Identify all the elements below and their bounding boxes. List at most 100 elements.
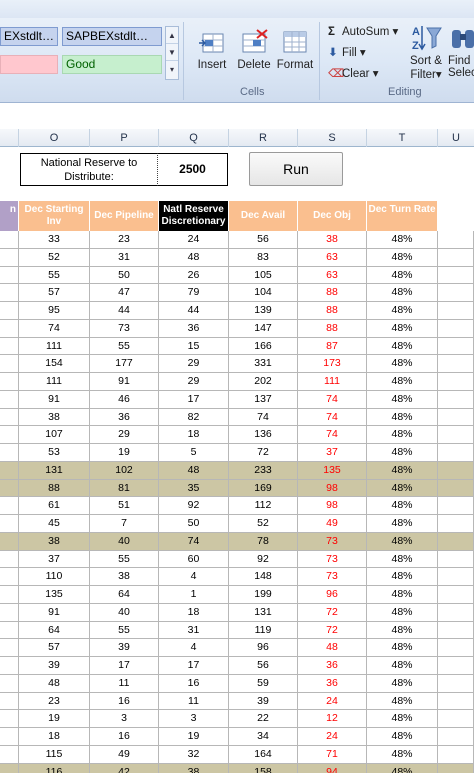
cell-u-blank[interactable] xyxy=(438,426,474,444)
cell-dec-pipeline[interactable]: 44 xyxy=(90,302,159,319)
cell-dec-starting-inv[interactable]: 57 xyxy=(19,639,90,657)
cell-dec-pipeline[interactable]: 3 xyxy=(90,710,159,728)
row-stub-cell[interactable] xyxy=(0,639,19,657)
cell-natl-reserve[interactable]: 32 xyxy=(159,745,229,763)
row-stub-cell[interactable] xyxy=(0,728,19,745)
row-stub-cell[interactable] xyxy=(0,266,19,284)
row-stub-cell[interactable] xyxy=(0,390,19,408)
cell-dec-turn-rate[interactable]: 48% xyxy=(367,266,438,284)
column-header-blank[interactable] xyxy=(0,129,19,147)
cell-natl-reserve[interactable]: 74 xyxy=(159,532,229,550)
cell-dec-starting-inv[interactable]: 116 xyxy=(19,763,90,773)
cell-u-blank[interactable] xyxy=(438,319,474,337)
row-stub-cell[interactable] xyxy=(0,586,19,603)
cell-dec-starting-inv[interactable]: 115 xyxy=(19,745,90,763)
cell-dec-starting-inv[interactable]: 52 xyxy=(19,248,90,266)
cell-dec-obj[interactable]: 38 xyxy=(298,231,367,248)
column-header-s[interactable]: S xyxy=(298,129,367,147)
cell-dec-starting-inv[interactable]: 91 xyxy=(19,603,90,621)
cell-dec-starting-inv[interactable]: 154 xyxy=(19,355,90,373)
cell-dec-starting-inv[interactable]: 19 xyxy=(19,710,90,728)
cell-dec-starting-inv[interactable]: 61 xyxy=(19,497,90,515)
row-stub-cell[interactable] xyxy=(0,568,19,586)
cell-dec-turn-rate[interactable]: 48% xyxy=(367,763,438,773)
run-button[interactable]: Run xyxy=(249,152,343,186)
cell-natl-reserve[interactable]: 3 xyxy=(159,710,229,728)
cell-u-blank[interactable] xyxy=(438,639,474,657)
cell-dec-avail[interactable]: 22 xyxy=(229,710,298,728)
cell-u-blank[interactable] xyxy=(438,302,474,319)
delete-button[interactable]: Delete xyxy=(236,28,272,71)
cell-dec-obj[interactable]: 96 xyxy=(298,586,367,603)
cell-dec-obj[interactable]: 63 xyxy=(298,266,367,284)
cell-dec-pipeline[interactable]: 29 xyxy=(90,426,159,444)
cell-dec-obj[interactable]: 88 xyxy=(298,302,367,319)
row-stub-cell[interactable] xyxy=(0,408,19,426)
cell-natl-reserve[interactable]: 50 xyxy=(159,515,229,532)
cell-dec-avail[interactable]: 169 xyxy=(229,479,298,497)
cell-dec-turn-rate[interactable]: 48% xyxy=(367,373,438,390)
cell-u-blank[interactable] xyxy=(438,515,474,532)
cell-dec-obj[interactable]: 87 xyxy=(298,337,367,355)
cell-dec-turn-rate[interactable]: 48% xyxy=(367,444,438,461)
cell-dec-pipeline[interactable]: 17 xyxy=(90,657,159,674)
cell-dec-pipeline[interactable]: 23 xyxy=(90,231,159,248)
cell-dec-turn-rate[interactable]: 48% xyxy=(367,568,438,586)
cell-dec-turn-rate[interactable]: 48% xyxy=(367,390,438,408)
column-header-u[interactable]: U xyxy=(438,129,474,147)
row-stub-cell[interactable] xyxy=(0,355,19,373)
cell-u-blank[interactable] xyxy=(438,231,474,248)
cell-dec-obj[interactable]: 74 xyxy=(298,426,367,444)
cell-dec-pipeline[interactable]: 55 xyxy=(90,550,159,568)
cell-dec-avail[interactable]: 59 xyxy=(229,674,298,692)
cell-dec-obj[interactable]: 48 xyxy=(298,639,367,657)
cell-dec-starting-inv[interactable]: 39 xyxy=(19,657,90,674)
cell-natl-reserve[interactable]: 17 xyxy=(159,390,229,408)
cell-u-blank[interactable] xyxy=(438,444,474,461)
cell-dec-turn-rate[interactable]: 48% xyxy=(367,461,438,479)
cell-natl-reserve[interactable]: 15 xyxy=(159,337,229,355)
column-header-q[interactable]: Q xyxy=(159,129,229,147)
cell-dec-obj[interactable]: 63 xyxy=(298,248,367,266)
cell-natl-reserve[interactable]: 29 xyxy=(159,373,229,390)
cell-u-blank[interactable] xyxy=(438,337,474,355)
cell-u-blank[interactable] xyxy=(438,479,474,497)
cell-dec-starting-inv[interactable]: 57 xyxy=(19,284,90,302)
insert-button[interactable]: Insert xyxy=(190,28,234,71)
cell-u-blank[interactable] xyxy=(438,461,474,479)
cell-u-blank[interactable] xyxy=(438,728,474,745)
cell-dec-avail[interactable]: 92 xyxy=(229,550,298,568)
scroll-up-icon[interactable]: ▲ xyxy=(166,27,178,44)
cell-dec-avail[interactable]: 104 xyxy=(229,284,298,302)
cell-dec-pipeline[interactable]: 36 xyxy=(90,408,159,426)
cell-natl-reserve[interactable]: 31 xyxy=(159,621,229,639)
cell-dec-pipeline[interactable]: 11 xyxy=(90,674,159,692)
cell-dec-pipeline[interactable]: 81 xyxy=(90,479,159,497)
cell-dec-avail[interactable]: 164 xyxy=(229,745,298,763)
cell-dec-pipeline[interactable]: 51 xyxy=(90,497,159,515)
cell-dec-turn-rate[interactable]: 48% xyxy=(367,532,438,550)
cell-dec-obj[interactable]: 72 xyxy=(298,603,367,621)
row-stub-cell[interactable] xyxy=(0,426,19,444)
cell-u-blank[interactable] xyxy=(438,550,474,568)
cell-natl-reserve[interactable]: 4 xyxy=(159,639,229,657)
cell-dec-obj[interactable]: 111 xyxy=(298,373,367,390)
format-button[interactable]: Format xyxy=(274,28,316,71)
style-exstdlt[interactable]: EXstdlt… xyxy=(0,27,58,46)
cell-natl-reserve[interactable]: 5 xyxy=(159,444,229,461)
cell-u-blank[interactable] xyxy=(438,568,474,586)
row-stub-cell[interactable] xyxy=(0,284,19,302)
cell-dec-turn-rate[interactable]: 48% xyxy=(367,231,438,248)
column-header-o[interactable]: O xyxy=(19,129,90,147)
row-stub-cell[interactable] xyxy=(0,497,19,515)
row-stub-cell[interactable] xyxy=(0,674,19,692)
cell-dec-obj[interactable]: 135 xyxy=(298,461,367,479)
row-stub-cell[interactable] xyxy=(0,479,19,497)
cell-natl-reserve[interactable]: 38 xyxy=(159,763,229,773)
row-stub-cell[interactable] xyxy=(0,373,19,390)
cell-natl-reserve[interactable]: 48 xyxy=(159,248,229,266)
cell-dec-avail[interactable]: 39 xyxy=(229,692,298,710)
cell-dec-turn-rate[interactable]: 48% xyxy=(367,586,438,603)
cell-natl-reserve[interactable]: 60 xyxy=(159,550,229,568)
cell-dec-avail[interactable]: 78 xyxy=(229,532,298,550)
